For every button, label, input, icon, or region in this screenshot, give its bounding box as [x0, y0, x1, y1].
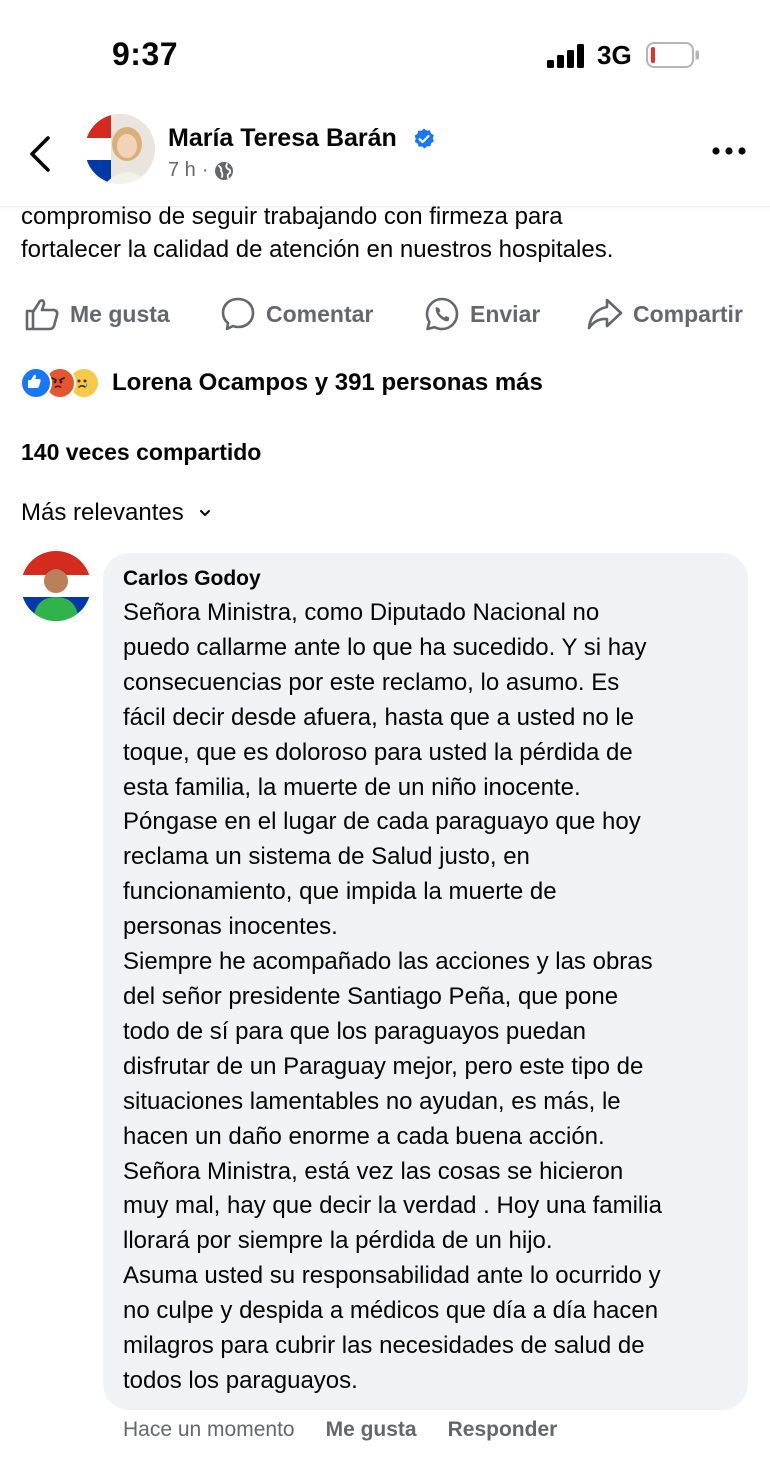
like-reaction-icon — [20, 367, 52, 399]
comment-bubble[interactable]: Carlos Godoy Señora Ministra, como Diput… — [103, 553, 748, 1410]
post-header: María Teresa Barán 7 h · — [0, 110, 770, 207]
comment-text: Señora Ministra, como Diputado Nacional … — [123, 599, 662, 1394]
comment-time: Hace un momento — [123, 1418, 295, 1441]
comment-author[interactable]: Carlos Godoy — [123, 567, 261, 591]
whatsapp-icon — [425, 297, 459, 331]
post-actions: Me gusta Comentar Enviar Compartir — [0, 290, 770, 338]
poster-avatar[interactable] — [85, 114, 155, 184]
reaction-summary-text[interactable]: Lorena Ocampos y 391 personas más — [112, 369, 543, 397]
comment-actions: Hace un momento Me gusta Responder — [123, 1418, 557, 1442]
status-bar: 9:37 3G — [0, 0, 770, 110]
comment-reply-button[interactable]: Responder — [448, 1418, 558, 1442]
signal-icon — [547, 44, 584, 68]
post-text-line: fortalecer la calidad de atención en nue… — [21, 236, 614, 263]
comment-icon — [221, 297, 255, 331]
post-text-line: compromiso de seguir trabajando con firm… — [21, 203, 563, 230]
comment-like-button[interactable]: Me gusta — [326, 1418, 417, 1442]
post-meta: 7 h · — [168, 159, 234, 182]
post-text: compromiso de seguir trabajando con firm… — [21, 200, 751, 266]
share-button[interactable]: Compartir — [587, 290, 743, 338]
send-button[interactable]: Enviar — [424, 290, 540, 338]
chevron-left-icon[interactable] — [26, 132, 56, 176]
like-label: Me gusta — [70, 300, 170, 327]
like-button[interactable]: Me gusta — [24, 290, 170, 338]
verified-badge-icon — [414, 128, 434, 149]
share-label: Compartir — [633, 300, 743, 327]
meta-separator: · — [201, 159, 209, 181]
post-time[interactable]: 7 h — [168, 159, 196, 182]
reactions-summary[interactable]: Lorena Ocampos y 391 personas más — [20, 366, 543, 400]
poster-name[interactable]: María Teresa Barán — [168, 124, 397, 153]
battery-low-icon — [646, 42, 699, 68]
network-type: 3G — [597, 40, 632, 70]
share-arrow-icon — [587, 298, 623, 330]
reaction-icons — [20, 367, 100, 399]
send-label: Enviar — [470, 300, 541, 327]
globe-icon — [215, 161, 234, 180]
comment-sort-dropdown[interactable]: Más relevantes — [21, 499, 212, 527]
share-count[interactable]: 140 veces compartido — [21, 439, 261, 466]
status-time: 9:37 — [112, 36, 179, 72]
sort-label: Más relevantes — [21, 499, 184, 526]
commenter-avatar[interactable] — [21, 551, 91, 621]
comment-button[interactable]: Comentar — [220, 290, 373, 338]
comment-label: Comentar — [266, 300, 374, 327]
thumbs-up-icon — [25, 299, 59, 331]
chevron-down-icon — [199, 510, 210, 516]
more-horizontal-icon[interactable] — [712, 146, 746, 156]
